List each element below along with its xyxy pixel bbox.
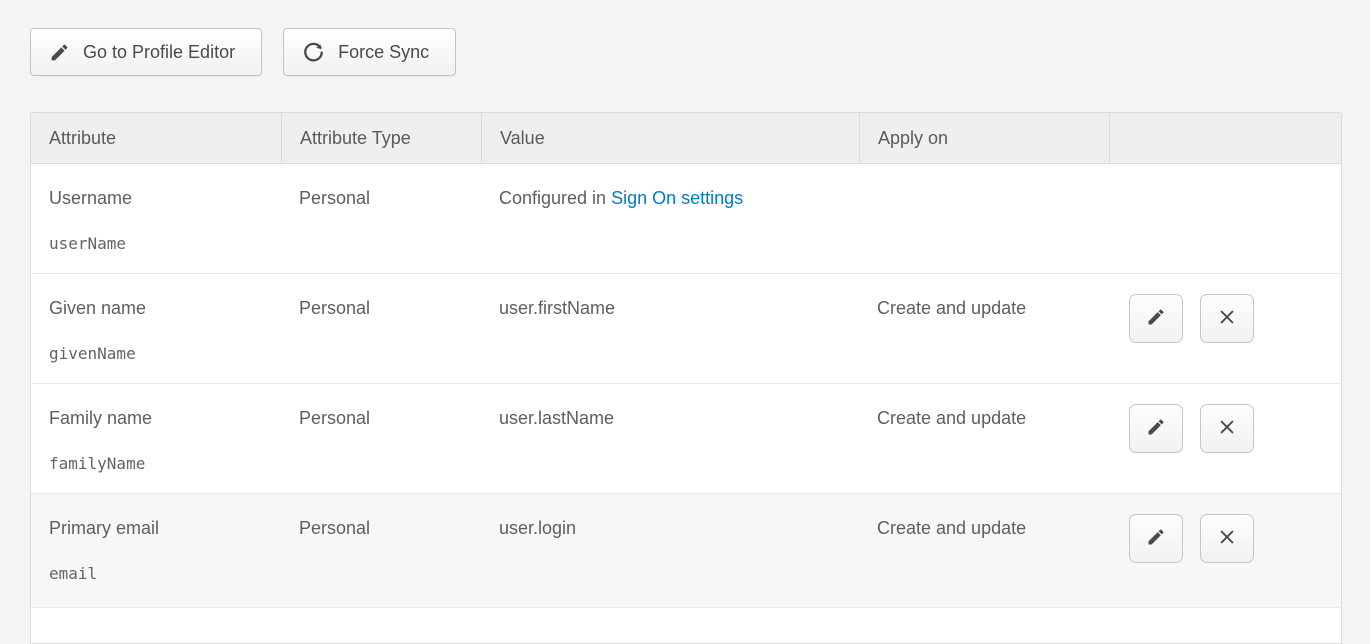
attribute-cell: Family name familyName: [31, 384, 281, 493]
attribute-type-cell: Personal: [281, 384, 481, 493]
go-to-profile-editor-button[interactable]: Go to Profile Editor: [30, 28, 262, 76]
table-header-row: Attribute Attribute Type Value Apply on: [31, 113, 1341, 164]
close-icon: [1217, 527, 1237, 550]
attribute-variable-name: email: [49, 562, 263, 586]
attribute-variable-name: givenName: [49, 342, 263, 366]
pencil-icon: [49, 42, 70, 63]
sign-on-settings-link[interactable]: Sign On settings: [611, 188, 743, 208]
apply-on-cell: Create and update: [859, 274, 1109, 383]
table-row-partial: [31, 608, 1341, 644]
attribute-type-cell: Personal: [281, 494, 481, 607]
value-prefix-text: Configured in: [499, 188, 611, 208]
column-header-attribute-type: Attribute Type: [281, 113, 481, 163]
column-header-attribute: Attribute: [31, 113, 281, 163]
remove-attribute-button[interactable]: [1200, 294, 1254, 343]
attribute-cell: Primary email email: [31, 494, 281, 607]
actions-cell: [1109, 274, 1341, 383]
table-row: Given name givenName Personal user.first…: [31, 274, 1341, 384]
close-icon: [1217, 417, 1237, 440]
value-cell: user.lastName: [481, 384, 859, 493]
remove-attribute-button[interactable]: [1200, 404, 1254, 453]
actions-cell: [1109, 494, 1341, 607]
actions-cell: [1109, 384, 1341, 493]
table-row: Primary email email Personal user.login …: [31, 494, 1341, 608]
attribute-variable-name: userName: [49, 232, 263, 256]
attribute-cell: Username userName: [31, 164, 281, 273]
apply-on-cell: Create and update: [859, 384, 1109, 493]
value-cell: user.login: [481, 494, 859, 607]
value-cell: user.firstName: [481, 274, 859, 383]
pencil-icon: [1146, 307, 1166, 330]
attribute-type-cell: Personal: [281, 274, 481, 383]
attribute-mappings-table: Attribute Attribute Type Value Apply on …: [30, 112, 1342, 644]
apply-on-cell: [859, 164, 1109, 273]
attribute-label: Primary email: [49, 516, 263, 540]
go-to-profile-editor-label: Go to Profile Editor: [83, 42, 235, 63]
edit-attribute-button[interactable]: [1129, 404, 1183, 453]
attribute-variable-name: familyName: [49, 452, 263, 476]
column-header-apply-on: Apply on: [859, 113, 1109, 163]
column-header-actions: [1109, 113, 1341, 163]
force-sync-label: Force Sync: [338, 42, 429, 63]
remove-attribute-button[interactable]: [1200, 514, 1254, 563]
table-row: Family name familyName Personal user.las…: [31, 384, 1341, 494]
attribute-type-cell: Personal: [281, 164, 481, 273]
apply-on-cell: Create and update: [859, 494, 1109, 607]
table-row: Username userName Personal Configured in…: [31, 164, 1341, 274]
toolbar: Go to Profile Editor Force Sync: [30, 28, 456, 76]
column-header-value: Value: [481, 113, 859, 163]
attribute-mappings-page: Go to Profile Editor Force Sync Attribut…: [0, 0, 1370, 644]
actions-cell: [1109, 164, 1341, 273]
edit-attribute-button[interactable]: [1129, 514, 1183, 563]
edit-attribute-button[interactable]: [1129, 294, 1183, 343]
close-icon: [1217, 307, 1237, 330]
attribute-cell: Given name givenName: [31, 274, 281, 383]
attribute-label: Family name: [49, 406, 263, 430]
attribute-label: Username: [49, 186, 263, 210]
value-cell: Configured in Sign On settings: [481, 164, 859, 273]
attribute-label: Given name: [49, 296, 263, 320]
pencil-icon: [1146, 417, 1166, 440]
pencil-icon: [1146, 527, 1166, 550]
refresh-icon: [302, 41, 325, 64]
force-sync-button[interactable]: Force Sync: [283, 28, 456, 76]
